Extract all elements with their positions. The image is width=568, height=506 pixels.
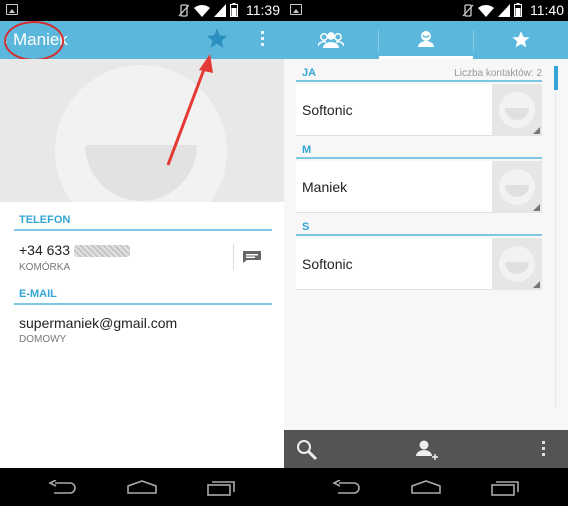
- wifi-icon: [194, 4, 210, 17]
- signal-icon: [214, 3, 226, 17]
- notification-image-icon: [290, 4, 302, 15]
- person-icon: [418, 30, 434, 47]
- vibrate-off-icon: [462, 3, 474, 17]
- overflow-menu-icon[interactable]: [542, 441, 546, 456]
- scroll-track: [555, 90, 556, 408]
- contact-name: Softonic: [302, 256, 353, 272]
- status-bar: 11:40: [284, 0, 568, 21]
- contact-name: Maniek: [302, 179, 348, 195]
- tab-favorites[interactable]: [474, 21, 568, 59]
- phone-number[interactable]: +34 633: [19, 242, 130, 258]
- phone-section-header: TELEFON: [14, 209, 272, 231]
- system-nav-bar: [284, 468, 568, 506]
- contact-thumbnail[interactable]: [492, 161, 542, 213]
- signal-icon: [498, 3, 510, 17]
- contact-row[interactable]: Maniek: [296, 161, 542, 213]
- bottom-action-bar: [284, 430, 568, 468]
- group-header-s: S: [296, 218, 542, 236]
- status-icons: [178, 3, 238, 17]
- default-avatar-icon: [499, 92, 535, 128]
- group-header-label: S: [302, 221, 310, 233]
- star-icon[interactable]: [205, 27, 229, 56]
- recent-apps-icon[interactable]: [491, 480, 519, 496]
- email-section-header: E-MAIL: [14, 283, 272, 305]
- group-header-m: M: [296, 141, 542, 159]
- contact-count: Liczba kontaktów: 2: [454, 68, 542, 79]
- system-nav-bar: [0, 468, 284, 506]
- contact-row[interactable]: Softonic: [296, 84, 542, 136]
- contacts-list-screen: 11:40 JA Liczba kontaktów: 2 Softonic M …: [284, 0, 568, 506]
- search-icon[interactable]: [296, 439, 318, 461]
- clock: 11:39: [246, 2, 280, 18]
- recent-apps-icon[interactable]: [207, 480, 235, 496]
- home-nav-icon[interactable]: [126, 480, 158, 494]
- notification-image-icon: [6, 4, 18, 15]
- star-icon: [512, 31, 530, 48]
- divider: [233, 244, 234, 270]
- redacted-digits: [74, 245, 130, 258]
- wifi-icon: [478, 4, 494, 17]
- tab-all-contacts[interactable]: [379, 21, 473, 59]
- contact-thumbnail[interactable]: [492, 84, 542, 136]
- email-type: DOMOWY: [19, 334, 67, 345]
- group-header-label: JA: [302, 67, 317, 79]
- battery-icon: [230, 3, 238, 17]
- default-avatar-icon: [499, 246, 535, 282]
- back-nav-icon[interactable]: [48, 480, 76, 496]
- message-icon[interactable]: [242, 250, 262, 269]
- status-icons: [462, 3, 522, 17]
- status-bar: 11:39: [0, 0, 284, 21]
- contact-photo: [0, 59, 284, 202]
- default-avatar-icon: [499, 169, 535, 205]
- home-nav-icon[interactable]: [410, 480, 442, 494]
- email-address[interactable]: supermaniek@gmail.com: [19, 315, 177, 331]
- contact-name: Softonic: [302, 102, 353, 118]
- tab-bar: [284, 21, 568, 59]
- back-nav-icon[interactable]: [332, 480, 360, 496]
- group-header-me: JA Liczba kontaktów: 2: [296, 64, 542, 82]
- battery-icon: [514, 3, 522, 17]
- phone-number-text: +34 633: [19, 242, 70, 258]
- phone-type: KOMÓRKA: [19, 262, 71, 273]
- add-contact-icon[interactable]: [415, 439, 439, 461]
- title-annotation-circle: [4, 21, 64, 61]
- tab-groups[interactable]: [284, 21, 378, 59]
- default-avatar-icon: [55, 65, 227, 202]
- scroll-indicator[interactable]: [554, 66, 558, 90]
- vibrate-off-icon: [178, 3, 190, 17]
- group-header-label: M: [302, 144, 312, 156]
- clock: 11:40: [530, 2, 564, 18]
- overflow-menu-icon[interactable]: [258, 31, 266, 49]
- contact-row[interactable]: Softonic: [296, 238, 542, 290]
- contact-thumbnail[interactable]: [492, 238, 542, 290]
- group-icon: [318, 32, 344, 48]
- contact-details-screen: 11:39 ‹ Maniek TELEFON +34 633 KOMÓRKA E…: [0, 0, 284, 506]
